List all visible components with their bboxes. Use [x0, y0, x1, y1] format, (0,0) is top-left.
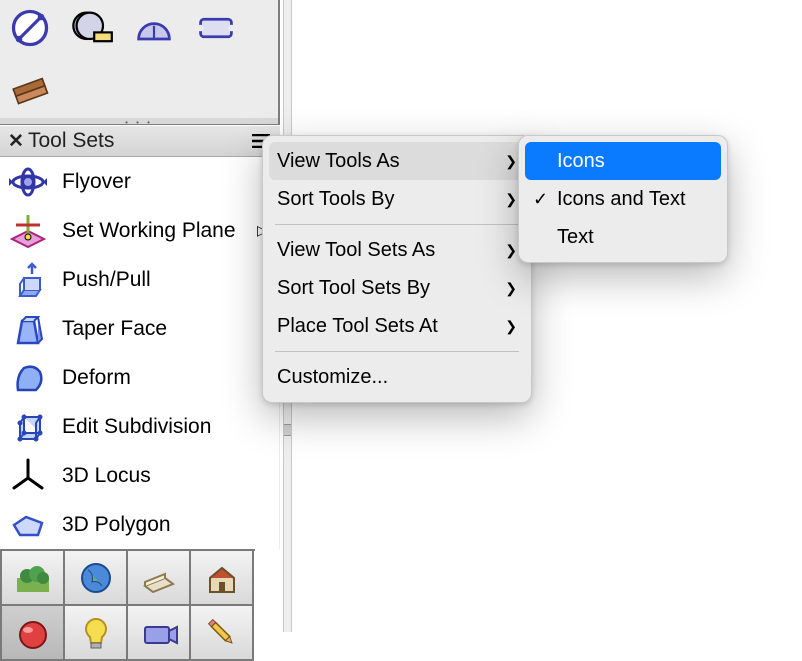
chevron-right-icon: ❯ — [499, 153, 517, 170]
chevron-right-icon: ❯ — [499, 191, 517, 208]
submenu-icons[interactable]: Icons — [525, 142, 721, 180]
chevron-right-icon: ❯ — [499, 280, 517, 297]
submenu-item-label: Text — [557, 226, 713, 249]
tool-item-taper-face[interactable]: Taper Face — [0, 304, 279, 353]
tool-item-deform[interactable]: Deform — [0, 353, 279, 402]
tool-item-3d-locus[interactable]: 3D Locus — [0, 451, 279, 500]
palette-house-icon[interactable] — [191, 551, 254, 606]
menu-sort-tools-by[interactable]: Sort Tools By❯ — [263, 180, 531, 218]
tool-item-3d-polygon[interactable]: 3D Polygon — [0, 500, 279, 549]
tape-measure-icon[interactable] — [68, 4, 116, 52]
tool-label: Flyover — [62, 170, 271, 194]
menu-item-label: View Tools As — [277, 150, 499, 173]
menu-separator — [275, 351, 519, 352]
chevron-right-icon: ❯ — [499, 242, 517, 259]
palette-bulb-icon[interactable] — [65, 606, 128, 661]
tool-label: Edit Subdivision — [62, 415, 271, 439]
submenu-item-label: Icons — [557, 150, 713, 173]
menu-item-label: Place Tool Sets At — [277, 315, 499, 338]
plane-icon — [4, 211, 52, 251]
tool-label: Taper Face — [62, 317, 271, 341]
circle-diag-icon[interactable] — [6, 4, 54, 52]
tool-item-push-pull[interactable]: Push/Pull — [0, 255, 279, 304]
tool-sets-header: ✕ Tool Sets — [0, 125, 280, 157]
deform-icon — [4, 358, 52, 398]
submenu-text[interactable]: Text — [519, 218, 727, 256]
polygon-icon — [4, 505, 52, 545]
palette-ball-icon[interactable] — [2, 606, 65, 661]
tool-label: 3D Polygon — [62, 513, 271, 537]
palette-camera-icon[interactable] — [128, 606, 191, 661]
palette-landscape-icon[interactable] — [2, 551, 65, 606]
panel-grip[interactable]: • • • — [0, 118, 278, 124]
top-toolbar: • • • — [0, 0, 280, 125]
menu-item-label: Customize... — [277, 366, 517, 389]
pushpull-icon — [4, 260, 52, 300]
panel-context-menu: View Tools As❯Sort Tools By❯View Tool Se… — [262, 135, 532, 403]
subdiv-icon — [4, 407, 52, 447]
menu-view-tool-sets-as[interactable]: View Tool Sets As❯ — [263, 231, 531, 269]
menu-item-label: Sort Tools By — [277, 188, 499, 211]
taper-icon — [4, 309, 52, 349]
locus-icon — [4, 456, 52, 496]
tool-label: Deform — [62, 366, 271, 390]
tool-item-flyover[interactable]: Flyover — [0, 157, 279, 206]
tool-item-edit-subdivision[interactable]: Edit Subdivision — [0, 402, 279, 451]
submenu-item-label: Icons and Text — [557, 188, 713, 211]
menu-separator — [275, 224, 519, 225]
menu-item-label: Sort Tool Sets By — [277, 277, 499, 300]
flyover-icon — [4, 162, 52, 202]
check-icon: ✓ — [533, 189, 557, 210]
palette-globe-icon[interactable] — [65, 551, 128, 606]
menu-sort-tool-sets-by[interactable]: Sort Tool Sets By❯ — [263, 269, 531, 307]
menu-customize[interactable]: Customize... — [263, 358, 531, 396]
palette-sheet-icon[interactable] — [128, 551, 191, 606]
close-icon[interactable]: ✕ — [8, 130, 28, 153]
menu-item-label: View Tool Sets As — [277, 239, 499, 262]
menu-place-tool-sets-at[interactable]: Place Tool Sets At❯ — [263, 307, 531, 345]
menu-view-tools-as[interactable]: View Tools As❯ — [269, 142, 525, 180]
tool-item-set-working-plane[interactable]: Set Working Plane▷ — [0, 206, 279, 255]
tool-label: Set Working Plane — [62, 219, 247, 243]
tool-label: Push/Pull — [62, 268, 271, 292]
tool-list: Flyover Set Working Plane▷ Push/Pull Taper … — [0, 157, 280, 549]
divider-handle[interactable] — [284, 424, 291, 436]
palette-grid — [0, 549, 255, 661]
chevron-right-icon: ❯ — [499, 318, 517, 335]
panel-title: Tool Sets — [28, 129, 252, 153]
ticket-icon[interactable] — [192, 4, 240, 52]
lumber-icon[interactable] — [6, 66, 54, 114]
submenu-icons-and-text[interactable]: ✓Icons and Text — [519, 180, 727, 218]
protractor-icon[interactable] — [130, 4, 178, 52]
palette-pencil-icon[interactable] — [191, 606, 254, 661]
tool-label: 3D Locus — [62, 464, 271, 488]
view-tools-as-submenu: Icons✓Icons and TextText — [518, 135, 728, 263]
